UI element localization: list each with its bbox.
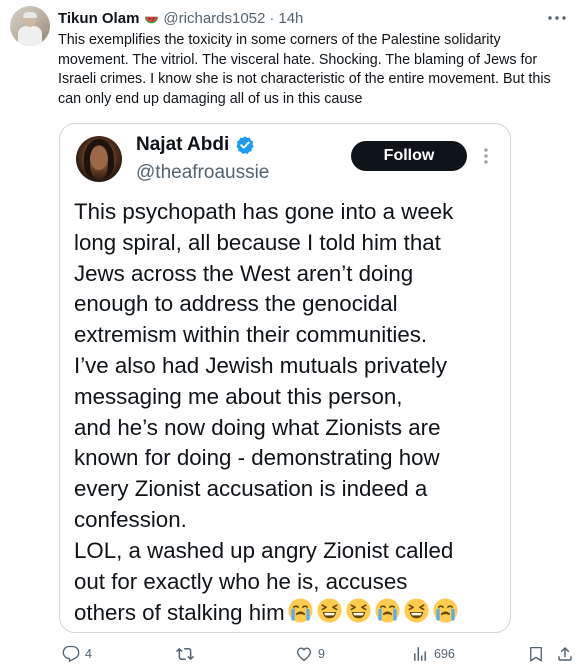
quoted-tweet[interactable]: Najat Abdi @theafroaussie Follow This ps… bbox=[59, 123, 511, 633]
share-icon bbox=[558, 646, 572, 661]
tweet-text: This exemplifies the toxicity in some co… bbox=[58, 32, 551, 107]
quoted-author-name-row: Najat Abdi bbox=[136, 133, 255, 157]
author-name[interactable]: Tikun Olam bbox=[58, 9, 139, 29]
emoji-row bbox=[287, 597, 459, 624]
separator-dot: · bbox=[269, 10, 275, 27]
quoted-author-name[interactable]: Najat Abdi bbox=[136, 133, 229, 157]
grinning-squinting-face-icon bbox=[317, 598, 342, 623]
watermelon-icon bbox=[145, 16, 159, 23]
grinning-squinting-face-icon bbox=[404, 598, 429, 623]
quoted-text-line: long spiral, all because I told him that bbox=[74, 229, 441, 255]
quoted-text-line: enough to address the genocidal bbox=[74, 291, 398, 317]
quoted-text-line: known for doing - demonstrating how bbox=[74, 445, 440, 471]
avatar-shirt bbox=[18, 26, 42, 46]
author-avatar[interactable] bbox=[10, 6, 50, 46]
author-handle[interactable]: @richards1052 bbox=[163, 9, 265, 29]
loudly-crying-face-icon bbox=[433, 598, 458, 623]
loudly-crying-face-icon bbox=[375, 598, 400, 623]
loudly-crying-face-icon bbox=[288, 598, 313, 623]
quoted-text-line: and he’s now doing what Zionists are bbox=[74, 414, 441, 440]
retweet-icon bbox=[176, 647, 194, 661]
share-button[interactable] bbox=[556, 644, 574, 664]
quoted-author-avatar[interactable] bbox=[76, 136, 122, 182]
quoted-text-line: Jews across the West aren’t doing bbox=[74, 260, 414, 286]
reply-button[interactable]: 4 bbox=[62, 644, 92, 664]
reply-icon bbox=[62, 645, 80, 663]
bookmark-icon bbox=[530, 646, 542, 662]
avatar-hair bbox=[23, 12, 37, 18]
quoted-more-options-icon[interactable] bbox=[479, 146, 493, 166]
heart-icon bbox=[296, 647, 312, 662]
retweet-button[interactable] bbox=[176, 644, 199, 664]
views-count: 696 bbox=[434, 647, 455, 661]
quoted-text-line: messaging me about this person, bbox=[74, 383, 403, 409]
views-button[interactable]: 696 bbox=[411, 644, 455, 664]
action-bar: 4 9 696 bbox=[0, 640, 577, 668]
like-button[interactable]: 9 bbox=[295, 644, 325, 664]
timestamp[interactable]: 14h bbox=[278, 9, 303, 29]
verified-badge-icon bbox=[236, 136, 254, 154]
grinning-squinting-face-icon bbox=[346, 598, 371, 623]
quoted-text-line: others of stalking him bbox=[74, 600, 285, 626]
avatar-hair bbox=[84, 139, 114, 179]
quoted-text-line: extremism within their communities. bbox=[74, 322, 428, 348]
quoted-text-line: This psychopath has gone into a week bbox=[74, 199, 454, 224]
views-chart-icon bbox=[414, 647, 426, 661]
follow-button[interactable]: Follow bbox=[351, 141, 467, 171]
bookmark-button[interactable] bbox=[527, 644, 545, 664]
quoted-tweet-text: This psychopath has gone into a week lon… bbox=[74, 197, 506, 629]
quoted-text-line: out for exactly who he is, accuses bbox=[74, 568, 408, 594]
quoted-text-line: I’ve also had Jewish mutuals privately bbox=[74, 352, 448, 378]
reply-count: 4 bbox=[85, 647, 92, 661]
tweet[interactable]: Tikun Olam @richards1052 · 14h This exem… bbox=[0, 0, 577, 668]
quoted-text-line-last: others of stalking him bbox=[74, 597, 506, 629]
tweet-header: Tikun Olam @richards1052 · 14h bbox=[58, 9, 303, 29]
quoted-text-line: every Zionist accusation is indeed a bbox=[74, 476, 428, 502]
more-options-icon[interactable] bbox=[547, 10, 567, 26]
like-count: 9 bbox=[318, 647, 325, 661]
quoted-text-line: confession. bbox=[74, 506, 187, 532]
quoted-author-handle[interactable]: @theafroaussie bbox=[136, 161, 269, 185]
quoted-text-line: LOL, a washed up angry Zionist called bbox=[74, 537, 454, 563]
